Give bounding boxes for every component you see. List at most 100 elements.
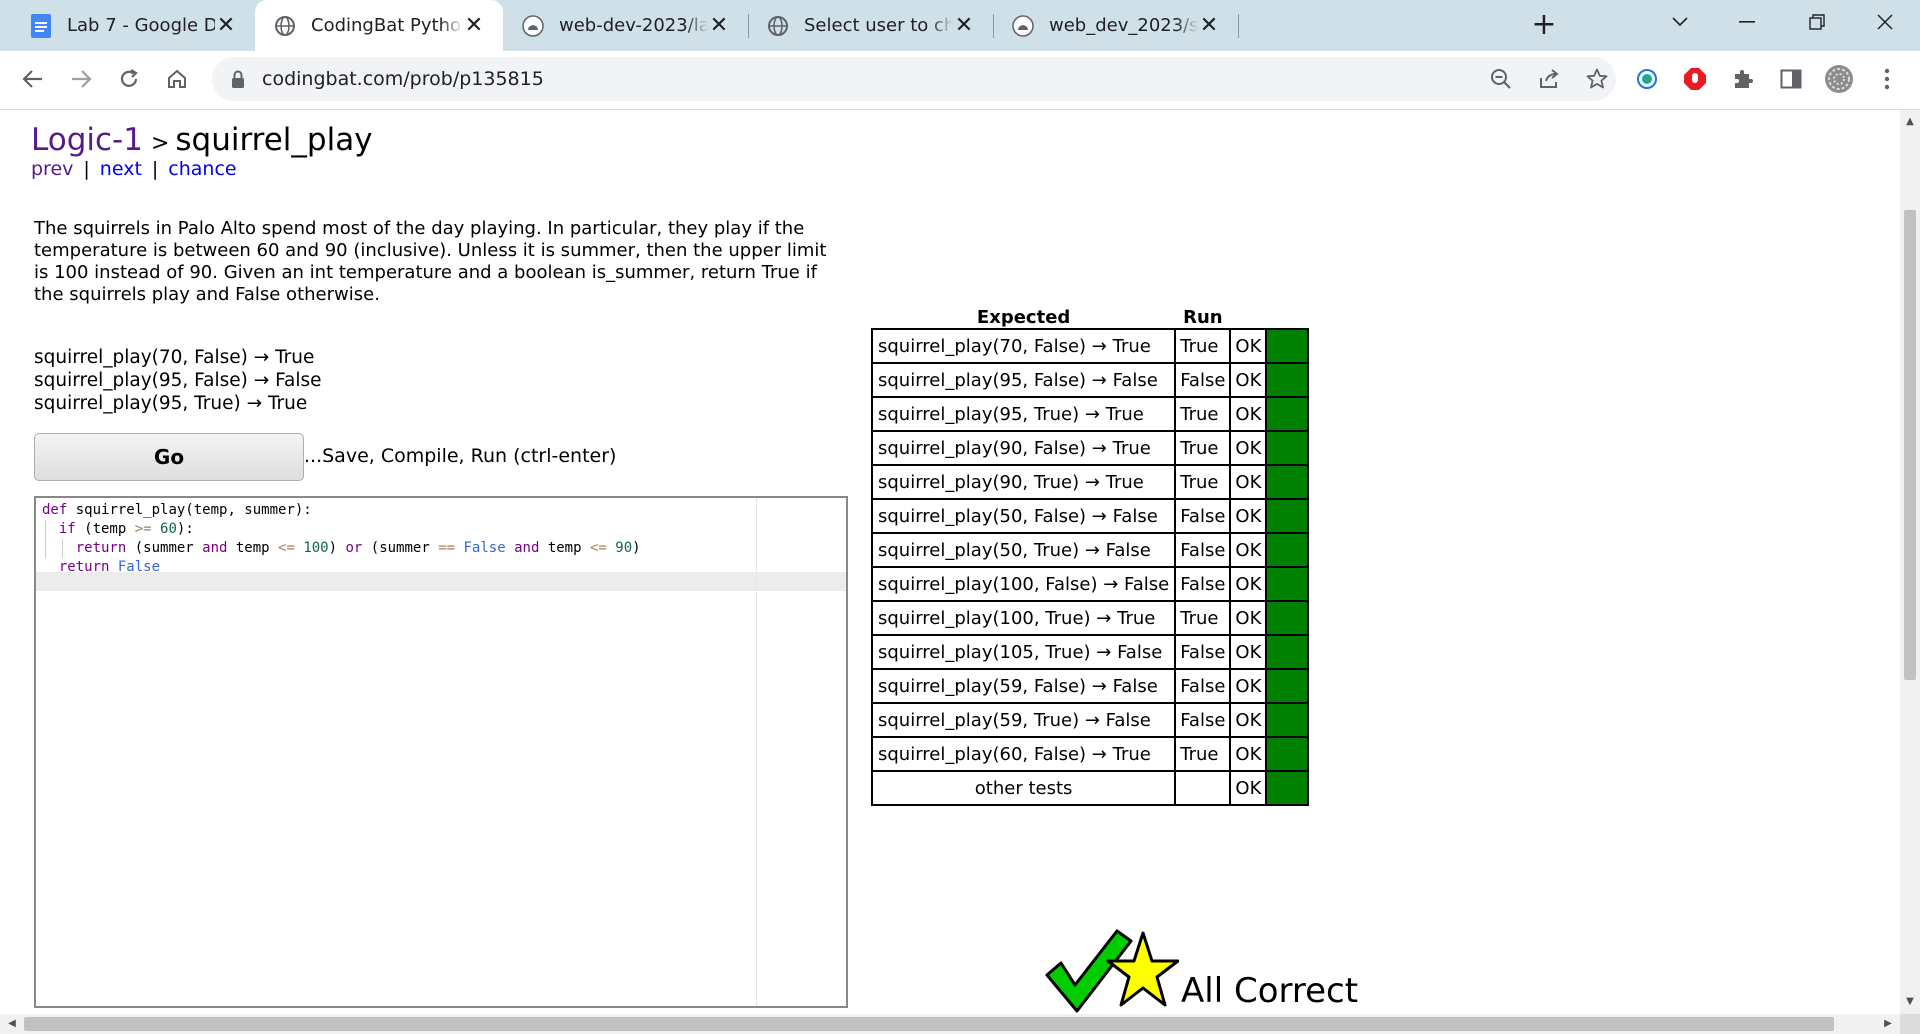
prev-link[interactable]: prev [31, 158, 73, 180]
tab-github-squirrel[interactable]: web_dev_2023/squirrel_pl ✕ [993, 0, 1238, 51]
restore-icon[interactable] [1787, 0, 1847, 44]
new-tab-icon[interactable]: + [1527, 8, 1561, 42]
example-line: squirrel_play(95, False) → False [34, 370, 322, 391]
horizontal-scroll-thumb[interactable] [24, 1017, 1834, 1031]
back-icon[interactable] [16, 62, 50, 96]
run-cell: False [1174, 634, 1232, 670]
scroll-up-arrow-icon[interactable]: ▲ [1900, 112, 1920, 132]
adblock-icon[interactable] [1678, 62, 1712, 96]
tab-title: Lab 7 - Google Docs [67, 15, 215, 36]
run-cell [1174, 770, 1232, 806]
run-cell: False [1174, 532, 1232, 568]
page-title: squirrel_play [175, 122, 373, 158]
result-row: squirrel_play(50, False) → False False OK [870, 498, 1310, 534]
run-cell: True [1174, 600, 1232, 636]
category-link[interactable]: Logic-1 [31, 122, 143, 158]
zoom-icon[interactable] [1484, 62, 1518, 96]
expected-cell: squirrel_play(105, True) → False [870, 634, 1177, 670]
run-cell: True [1174, 328, 1232, 364]
status-cell: OK [1229, 362, 1268, 398]
address-bar[interactable]: codingbat.com/prob/p135815 [212, 57, 1616, 101]
tab-divider [1238, 14, 1239, 38]
extension-target-icon[interactable] [1630, 62, 1664, 96]
go-button[interactable]: Go [34, 433, 304, 481]
pass-indicator [1265, 464, 1310, 500]
run-cell: False [1174, 668, 1232, 704]
browser-menu-icon[interactable] [1870, 62, 1904, 96]
checkmark-icon [1045, 929, 1133, 1013]
scroll-down-arrow-icon[interactable]: ▼ [1900, 992, 1920, 1012]
pass-indicator [1265, 736, 1310, 772]
google-docs-icon [29, 13, 53, 38]
github-icon [521, 14, 545, 38]
all-correct-label: All Correct [1181, 971, 1359, 1011]
scrollbar-corner [1900, 1014, 1920, 1034]
close-tab-icon[interactable]: ✕ [1198, 14, 1220, 37]
vertical-scroll-thumb[interactable] [1904, 210, 1916, 680]
pass-indicator [1265, 362, 1310, 398]
tab-title: CodingBat Python Logic-1 [311, 15, 463, 36]
bookmark-star-icon[interactable] [1580, 62, 1614, 96]
code-editor[interactable]: def squirrel_play(temp, summer): if (tem… [34, 496, 848, 1008]
scroll-left-arrow-icon[interactable]: ◀ [2, 1014, 22, 1034]
run-cell: True [1174, 430, 1232, 466]
run-header: Run [1183, 307, 1223, 328]
status-cell: OK [1229, 396, 1268, 432]
forward-icon[interactable] [64, 62, 98, 96]
expected-cell: squirrel_play(100, False) → False [870, 566, 1177, 602]
tab-django-admin[interactable]: Select user to change | Dj ✕ [748, 0, 993, 51]
color-header [1266, 307, 1308, 329]
expected-cell: squirrel_play(100, True) → True [870, 600, 1177, 636]
expected-cell: squirrel_play(95, True) → True [870, 396, 1177, 432]
result-row: squirrel_play(60, False) → True True OK [870, 736, 1310, 772]
pass-indicator [1265, 396, 1310, 432]
status-cell: OK [1229, 702, 1268, 738]
expected-cell: squirrel_play(95, False) → False [870, 362, 1177, 398]
status-cell: OK [1229, 464, 1268, 500]
expected-cell: squirrel_play(60, False) → True [870, 736, 1177, 772]
problem-description: The squirrels in Palo Alto spend most of… [34, 218, 827, 305]
url-text[interactable]: codingbat.com/prob/p135815 [262, 57, 544, 101]
run-cell: False [1174, 362, 1232, 398]
home-icon[interactable] [160, 62, 194, 96]
close-tab-icon[interactable]: ✕ [953, 14, 975, 37]
result-row: squirrel_play(95, False) → False False OK [870, 362, 1310, 398]
pass-indicator [1265, 770, 1310, 806]
close-tab-icon[interactable]: ✕ [215, 14, 237, 37]
close-tab-icon[interactable]: ✕ [708, 14, 730, 37]
extensions-puzzle-icon[interactable] [1726, 62, 1760, 96]
status-cell: OK [1229, 770, 1268, 806]
page-content: Logic-1 > squirrel_play prev | next | chance T… [0, 110, 1900, 1014]
status-cell: OK [1229, 736, 1268, 772]
tab-google-docs[interactable]: Lab 7 - Google Docs ✕ [0, 0, 255, 51]
tab-title: web-dev-2023/lab-7 at m [559, 15, 708, 36]
github-icon [1011, 14, 1035, 38]
lock-icon[interactable] [230, 69, 246, 93]
reload-icon[interactable] [112, 62, 146, 96]
share-icon[interactable] [1532, 62, 1566, 96]
pass-indicator [1265, 600, 1310, 636]
scroll-right-arrow-icon[interactable]: ▶ [1878, 1014, 1898, 1034]
result-row: squirrel_play(59, True) → False False OK [870, 702, 1310, 738]
tab-github-lab7[interactable]: web-dev-2023/lab-7 at m ✕ [503, 0, 748, 51]
close-window-icon[interactable] [1855, 0, 1915, 44]
status-cell: OK [1229, 498, 1268, 534]
code-text[interactable]: def squirrel_play(temp, summer): if (tem… [42, 501, 641, 577]
side-panel-icon[interactable] [1774, 62, 1808, 96]
minimize-icon[interactable] [1717, 0, 1777, 44]
nav-divider: | [151, 158, 159, 180]
close-tab-icon[interactable]: ✕ [463, 14, 485, 37]
tab-title: web_dev_2023/squirrel_pl [1049, 15, 1198, 36]
next-link[interactable]: next [100, 158, 142, 180]
profile-avatar-icon[interactable] [1822, 62, 1856, 96]
breadcrumb: Logic-1 > squirrel_play [31, 122, 373, 158]
pass-indicator [1265, 430, 1310, 466]
chance-link[interactable]: chance [168, 158, 236, 180]
tab-search-icon[interactable] [1650, 0, 1710, 44]
run-cell: False [1174, 702, 1232, 738]
status-cell: OK [1229, 566, 1268, 602]
result-row: squirrel_play(100, False) → False False OK [870, 566, 1310, 602]
print-margin [756, 498, 757, 1006]
result-row: squirrel_play(105, True) → False False OK [870, 634, 1310, 670]
tab-codingbat[interactable]: CodingBat Python Logic-1 ✕ [255, 0, 503, 51]
